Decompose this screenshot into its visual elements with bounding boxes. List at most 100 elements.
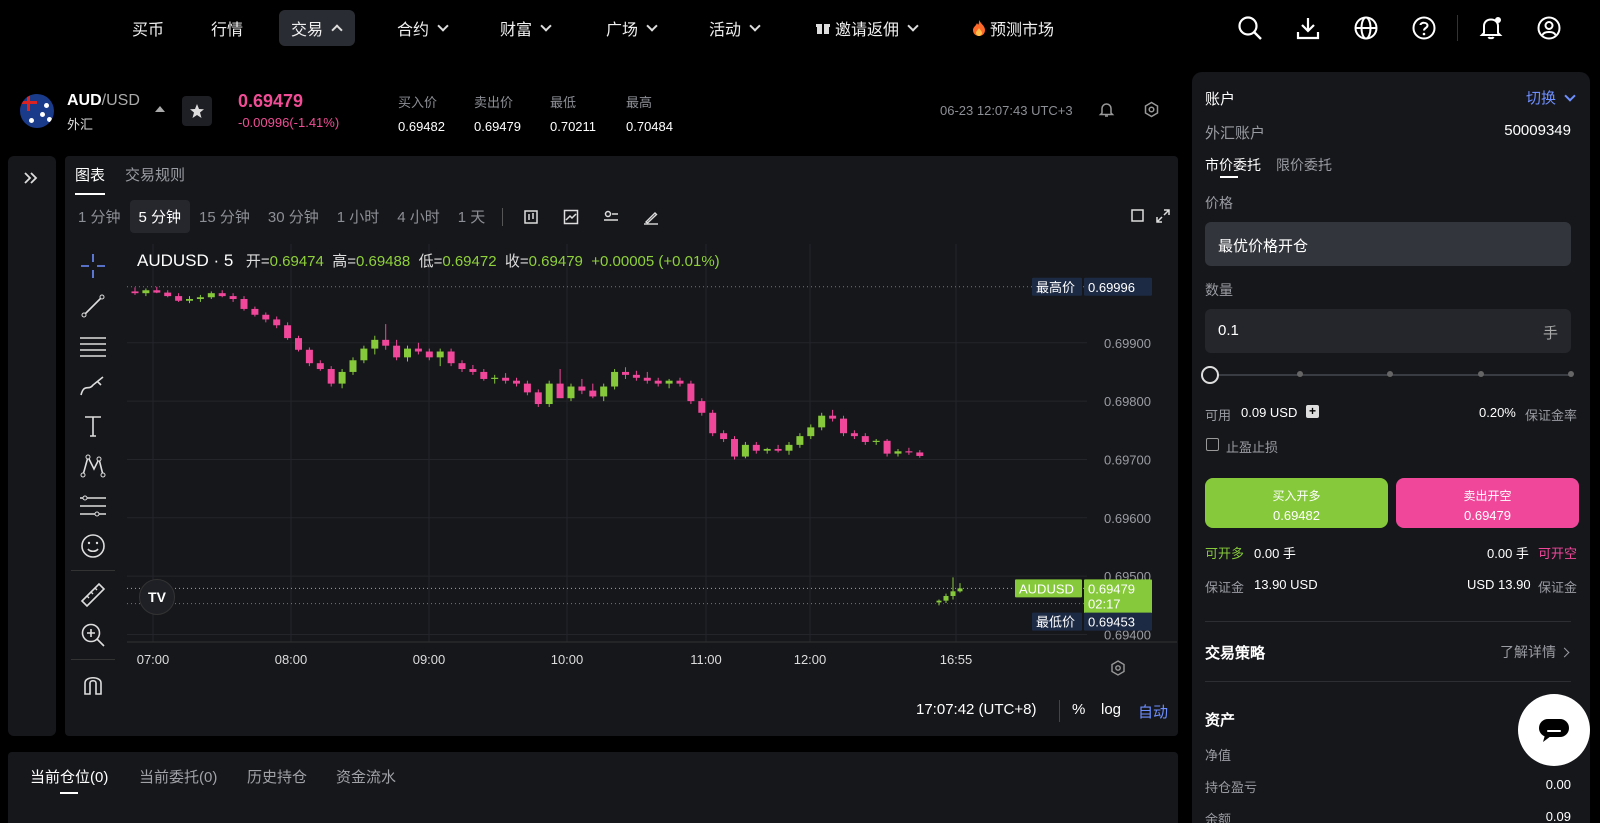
- timeframe-1m[interactable]: 1 分钟: [69, 200, 130, 233]
- tab-current-positions[interactable]: 当前仓位(0): [30, 766, 108, 794]
- nav-buy-crypto[interactable]: 买币: [120, 10, 176, 46]
- tab-position-history[interactable]: 历史持仓: [247, 766, 307, 787]
- pattern-icon[interactable]: [75, 446, 111, 486]
- quantity-label: 数量: [1205, 282, 1233, 298]
- candle: [622, 371, 629, 375]
- strategy-learn-more-link[interactable]: 了解详情: [1500, 642, 1570, 662]
- log-scale-toggle[interactable]: log: [1101, 701, 1121, 718]
- candle: [883, 440, 891, 454]
- nav-activities[interactable]: 活动: [697, 10, 771, 46]
- nav-prediction[interactable]: 预测市场: [960, 10, 1066, 46]
- download-icon[interactable]: [1279, 12, 1337, 44]
- candle: [251, 308, 259, 315]
- nav-referral[interactable]: 邀请返佣: [804, 10, 929, 46]
- chevron-down-icon: [1564, 89, 1576, 102]
- tab-fund-flow[interactable]: 资金流水: [336, 766, 396, 787]
- margin-label: 保证金: [1205, 580, 1245, 595]
- price-input[interactable]: 最优价格开仓: [1205, 222, 1571, 266]
- candlestick-chart[interactable]: 0.699000.698000.697000.696000.695000.694…: [127, 244, 1177, 684]
- crosshair-icon[interactable]: [75, 246, 111, 286]
- percent-scale-toggle[interactable]: %: [1072, 701, 1085, 718]
- tab-chart[interactable]: 图表: [75, 164, 106, 195]
- symbol-header: AUD/USD 外汇 0.69479 -0.00996(-1.41%) 买入价 0…: [0, 72, 1185, 148]
- brush-icon[interactable]: [75, 366, 111, 406]
- sell-short-button[interactable]: 卖出开空 0.69479: [1396, 478, 1579, 528]
- y-tick-label: 0.69900: [1104, 336, 1151, 351]
- emoji-icon[interactable]: [75, 526, 111, 566]
- assets-title: 资产: [1205, 712, 1236, 729]
- transfer-plus-icon[interactable]: +: [1306, 405, 1319, 418]
- candle: [349, 360, 357, 372]
- candle: [916, 452, 924, 456]
- candle: [578, 386, 586, 391]
- buy-long-button[interactable]: 买入开多 0.69482: [1205, 478, 1388, 528]
- auto-scale-toggle[interactable]: 自动: [1138, 701, 1168, 722]
- candle-type-icon[interactable]: [511, 209, 551, 225]
- nav-earn[interactable]: 财富: [488, 10, 562, 46]
- support-chat-button[interactable]: [1518, 694, 1590, 766]
- slider-handle[interactable]: [1201, 366, 1219, 384]
- candle: [164, 292, 172, 297]
- candle: [720, 433, 728, 440]
- drawing-settings-icon[interactable]: [631, 209, 671, 225]
- bell-icon[interactable]: [1462, 12, 1520, 44]
- candle: [523, 383, 531, 393]
- chat-icon: [1539, 719, 1569, 742]
- candle: [534, 392, 542, 405]
- candle: [305, 349, 313, 364]
- timeframe-1h[interactable]: 1 小时: [328, 200, 389, 233]
- switch-account-button[interactable]: 切换: [1526, 87, 1576, 108]
- timeframe-4h[interactable]: 4 小时: [388, 200, 449, 233]
- nav-square[interactable]: 广场: [594, 10, 668, 46]
- chart-settings-icon[interactable]: [1110, 660, 1126, 681]
- tpsl-checkbox[interactable]: [1206, 438, 1219, 451]
- symbol-pair[interactable]: AUD/USD: [67, 92, 140, 110]
- timeframe-30m[interactable]: 30 分钟: [259, 200, 328, 233]
- candle: [589, 390, 597, 397]
- nav-futures[interactable]: 合约: [385, 10, 459, 46]
- price-chart[interactable]: 0.69900 0.69800 0.69700 0.69600 0.69500 0.694…: [127, 244, 1177, 684]
- fullscreen-icon[interactable]: [1156, 209, 1170, 228]
- horizontal-lines-icon[interactable]: [75, 326, 111, 366]
- trend-line-icon[interactable]: [75, 286, 111, 326]
- help-icon[interactable]: [1395, 12, 1453, 44]
- tab-market-order[interactable]: 市价委托: [1205, 155, 1261, 175]
- candle: [207, 293, 215, 298]
- divider: [1205, 681, 1571, 682]
- tab-limit-order[interactable]: 限价委托: [1276, 155, 1332, 175]
- timeframe-5m[interactable]: 5 分钟: [129, 200, 191, 233]
- nav-markets[interactable]: 行情: [199, 10, 255, 46]
- alert-bell-icon[interactable]: [1098, 101, 1115, 123]
- globe-icon[interactable]: [1337, 12, 1395, 44]
- favorite-button[interactable]: [182, 96, 212, 126]
- x-tick-label: 11:00: [690, 652, 722, 667]
- quantity-slider[interactable]: [1201, 366, 1574, 384]
- quantity-input[interactable]: 0.1 手: [1205, 309, 1571, 353]
- templates-icon[interactable]: [591, 209, 631, 225]
- asset-net-value-label: 净值: [1205, 748, 1232, 763]
- search-icon[interactable]: [1221, 12, 1279, 44]
- text-icon[interactable]: [75, 406, 111, 446]
- indicators-icon[interactable]: [551, 209, 591, 225]
- fib-icon[interactable]: [75, 486, 111, 526]
- divider: [71, 659, 115, 660]
- can-long-label: 可开多: [1205, 546, 1245, 561]
- ruler-icon[interactable]: [75, 575, 111, 615]
- settings-icon[interactable]: [1143, 101, 1160, 123]
- square-icon[interactable]: [1131, 209, 1144, 228]
- tab-trading-rules[interactable]: 交易规则: [125, 164, 185, 195]
- candle: [262, 314, 270, 320]
- expand-sidebar-icon[interactable]: [23, 170, 39, 191]
- divider: [1059, 700, 1060, 722]
- nav-trade[interactable]: 交易: [279, 10, 356, 46]
- zoom-in-icon[interactable]: [75, 615, 111, 655]
- tab-current-orders[interactable]: 当前委托(0): [139, 766, 217, 787]
- timeframe-15m[interactable]: 15 分钟: [190, 200, 259, 233]
- divider: [1205, 621, 1571, 622]
- candle: [338, 371, 346, 384]
- candle: [382, 339, 390, 346]
- user-icon[interactable]: [1520, 12, 1578, 44]
- timeframe-1d[interactable]: 1 天: [449, 200, 495, 233]
- chevron-up-icon: [331, 24, 343, 36]
- caret-up-icon[interactable]: [155, 106, 165, 112]
